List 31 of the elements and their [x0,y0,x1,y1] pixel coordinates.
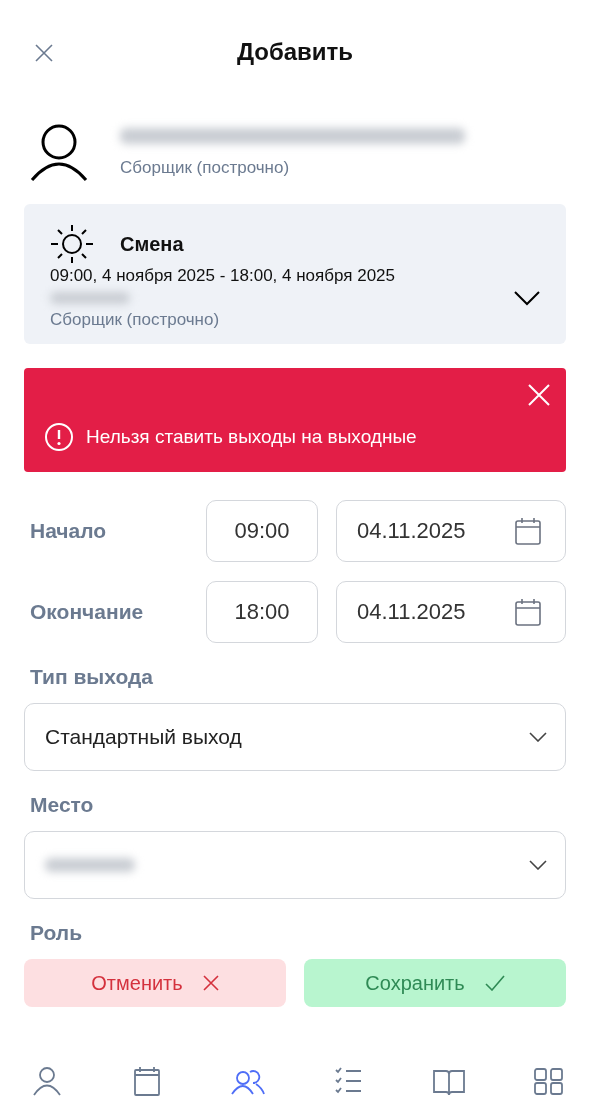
chevron-icon [529,732,547,742]
error-message: Нельзя ставить выходы на выходные [86,426,417,448]
cancel-button[interactable]: Отменить [24,959,286,1007]
field-label: Тип выхода [29,665,155,689]
field-label: Начало [29,519,108,543]
shift-period: 09:00, 4 ноября 2025 - 18:00, 4 ноября 2025 [50,266,396,286]
chevron-icon[interactable] [514,290,540,306]
chevron-icon [529,860,547,870]
date-field[interactable]: 04.11.2025 [336,500,566,562]
shift-card[interactable]: Смена 09:00, 4 ноября 2025 - 18:00, 4 ноября 2025 Сборщик (построчно) [24,204,566,344]
alert-icon [44,422,74,452]
field-label: Место [29,793,95,817]
sun-icon [50,224,94,264]
page-title: Добавить [236,38,354,66]
grid-tab-icon[interactable] [531,1066,566,1096]
shift-role: Сборщик (построчно) [50,310,221,330]
shift-title: Смена [120,232,184,256]
employee-role: Сборщик (построчно) [120,158,291,178]
time-field[interactable]: 18:00 [206,581,318,643]
field-label: Окончание [29,600,145,624]
user-icon [30,124,90,182]
field-label: Роль [29,921,84,945]
calendar-icon [515,598,541,626]
date-field[interactable]: 04.11.2025 [336,581,566,643]
close-icon[interactable] [35,44,53,62]
close-icon [202,975,219,991]
check-icon [484,975,505,991]
time-field[interactable]: 09:00 [206,500,318,562]
person-tab-icon[interactable] [30,1066,64,1096]
calendar-icon [515,517,541,545]
exit-type-select[interactable]: Стандартный выход [24,703,566,771]
